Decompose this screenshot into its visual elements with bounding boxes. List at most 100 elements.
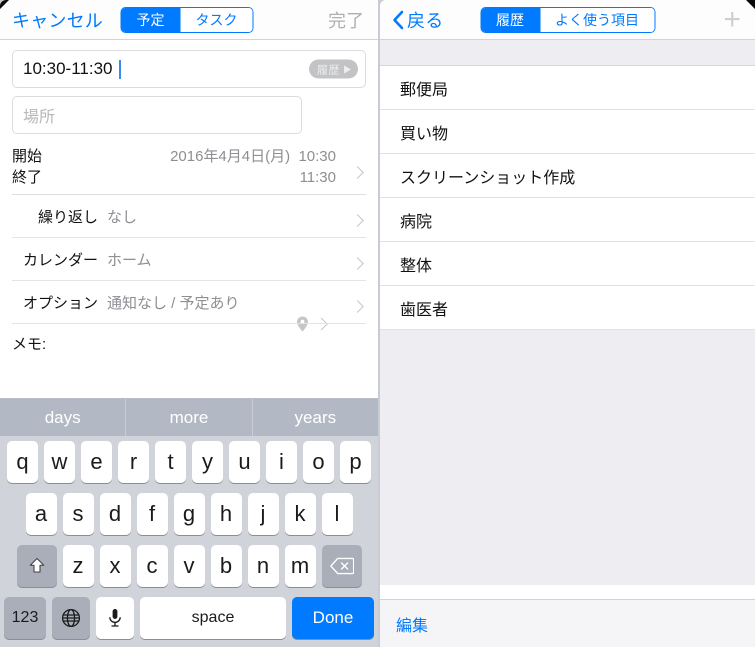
key-g[interactable]: g (173, 493, 205, 535)
memo-label: メモ: (12, 336, 47, 353)
add-button[interactable]: + (723, 4, 741, 35)
key-o[interactable]: o (303, 441, 334, 483)
edit-button[interactable]: 編集 (396, 612, 428, 636)
key-y[interactable]: y (192, 441, 223, 483)
history-favorites-segmented-control[interactable]: 履歴 よく使う項目 (480, 6, 655, 33)
key-k[interactable]: k (284, 493, 316, 535)
history-list: 郵便局 買い物 スクリーンショット作成 病院 整体 歯医者 (380, 66, 755, 330)
event-date: 2016年4月4日(月) (170, 148, 291, 165)
repeat-label: 繰り返し (37, 208, 98, 226)
prediction-bar: days more years (0, 398, 378, 436)
key-v[interactable]: v (173, 545, 205, 587)
segment-favorites[interactable]: よく使う項目 (540, 7, 654, 32)
left-navbar: キャンセル 予定 タスク 完了 (0, 0, 378, 40)
list-item[interactable]: 買い物 (380, 110, 755, 154)
keyboard-row-2: a s d f g h j k l (0, 488, 378, 540)
keyboard-row-4: 123 space Done (0, 592, 378, 647)
keyboard-row-1: q w e r t y u i o p (0, 436, 378, 488)
title-field[interactable]: 10:30-11:30 履歴 (12, 50, 366, 88)
key-t[interactable]: t (155, 441, 186, 483)
bottom-toolbar: 編集 (380, 599, 755, 647)
key-n[interactable]: n (247, 545, 279, 587)
back-button[interactable]: 戻る (392, 7, 443, 33)
key-z[interactable]: z (62, 545, 94, 587)
dual-panel-screenshot: キャンセル 予定 タスク 完了 10:30-11:30 履歴 場所 開始 終了 … (0, 0, 755, 647)
shift-key[interactable] (16, 545, 57, 587)
list-item[interactable]: 郵便局 (380, 66, 755, 110)
list-empty-area (380, 330, 755, 585)
start-label: 開始 (12, 148, 43, 165)
key-c[interactable]: c (136, 545, 168, 587)
software-keyboard: days more years q w e r t y u i o p a s … (0, 398, 378, 647)
microphone-key[interactable] (96, 597, 134, 639)
key-m[interactable]: m (284, 545, 316, 587)
segment-history[interactable]: 履歴 (481, 7, 540, 32)
key-x[interactable]: x (99, 545, 131, 587)
list-item[interactable]: スクリーンショット作成 (380, 154, 755, 198)
calendar-label: カレンダー (22, 251, 98, 269)
play-triangle-icon (344, 65, 351, 73)
key-f[interactable]: f (136, 493, 168, 535)
calendar-value: ホーム (107, 251, 152, 269)
calendar-chevron-icon[interactable] (351, 257, 364, 270)
key-h[interactable]: h (210, 493, 242, 535)
datetime-labels: 開始 終了 (12, 146, 42, 188)
history-list-panel: 戻る 履歴 よく使う項目 + 郵便局 買い物 スクリーンショット作成 病院 整体… (380, 0, 755, 647)
event-form: 10:30-11:30 履歴 場所 開始 終了 2016年4月4日(月) 10:… (0, 40, 378, 354)
location-placeholder: 場所 (23, 109, 56, 126)
history-button[interactable]: 履歴 (309, 59, 358, 79)
key-j[interactable]: j (247, 493, 279, 535)
options-row[interactable]: オプション 通知なし / 予定あり (12, 281, 366, 324)
key-p[interactable]: p (340, 441, 371, 483)
done-button[interactable]: 完了 (328, 7, 364, 33)
space-key[interactable]: space (140, 597, 286, 639)
cancel-button[interactable]: キャンセル (12, 7, 103, 33)
key-s[interactable]: s (62, 493, 94, 535)
start-time: 10:30 (298, 148, 336, 165)
repeat-chevron-icon[interactable] (351, 214, 364, 227)
options-label: オプション (22, 294, 98, 312)
key-e[interactable]: e (81, 441, 112, 483)
right-navbar: 戻る 履歴 よく使う項目 + (380, 0, 755, 40)
history-button-label: 履歴 (317, 64, 340, 76)
globe-icon (61, 608, 81, 628)
list-item[interactable]: 歯医者 (380, 286, 755, 330)
calendar-row[interactable]: カレンダー ホーム (12, 238, 366, 281)
repeat-value: なし (107, 208, 138, 226)
end-time: 11:30 (299, 169, 336, 186)
key-b[interactable]: b (210, 545, 242, 587)
location-field[interactable]: 場所 (12, 96, 302, 134)
text-cursor (119, 59, 122, 79)
microphone-icon (109, 609, 121, 627)
event-editor-panel: キャンセル 予定 タスク 完了 10:30-11:30 履歴 場所 開始 終了 … (0, 0, 378, 647)
repeat-row[interactable]: 繰り返し なし (12, 195, 366, 238)
list-section-header (380, 40, 755, 66)
options-value: 通知なし / 予定あり (107, 294, 240, 312)
event-task-segmented-control[interactable]: 予定 タスク (120, 6, 254, 33)
segment-task[interactable]: タスク (180, 7, 253, 32)
backspace-icon (329, 557, 354, 575)
options-chevron-icon[interactable] (351, 300, 364, 313)
segment-event[interactable]: 予定 (121, 7, 181, 32)
key-u[interactable]: u (229, 441, 260, 483)
key-a[interactable]: a (25, 493, 57, 535)
key-q[interactable]: q (7, 441, 38, 483)
key-w[interactable]: w (44, 441, 75, 483)
prediction-2[interactable]: years (253, 399, 378, 436)
key-l[interactable]: l (321, 493, 353, 535)
key-d[interactable]: d (99, 493, 131, 535)
datetime-row[interactable]: 開始 終了 2016年4月4日(月) 10:30 11:30 (12, 142, 366, 195)
backspace-key[interactable] (321, 545, 362, 587)
prediction-0[interactable]: days (0, 399, 127, 436)
key-r[interactable]: r (118, 441, 149, 483)
title-field-value: 10:30-11:30 (23, 59, 113, 78)
list-item[interactable]: 病院 (380, 198, 755, 242)
shift-arrow-icon (29, 557, 44, 573)
key-i[interactable]: i (266, 441, 297, 483)
keyboard-done-key[interactable]: Done (292, 597, 374, 639)
numeric-key[interactable]: 123 (4, 597, 46, 639)
list-item[interactable]: 整体 (380, 242, 755, 286)
globe-key[interactable] (52, 597, 90, 639)
prediction-1[interactable]: more (126, 399, 253, 436)
back-button-label: 戻る (407, 10, 444, 31)
